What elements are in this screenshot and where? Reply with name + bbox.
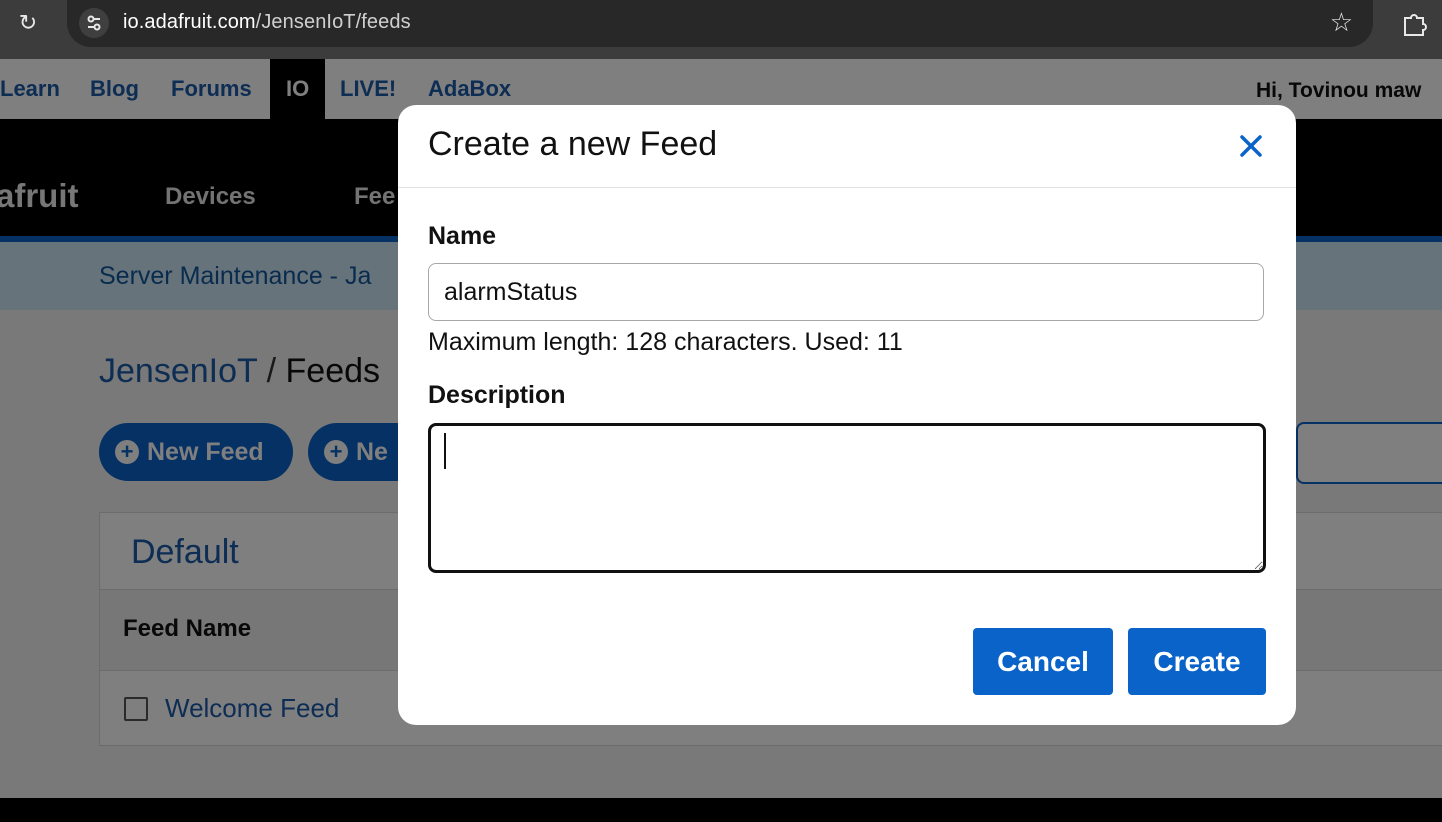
url-text[interactable]: io.adafruit.com/JensenIoT/feeds bbox=[123, 11, 411, 34]
extensions-icon[interactable] bbox=[1400, 8, 1430, 38]
feed-description-textarea[interactable] bbox=[428, 423, 1266, 573]
create-button[interactable]: Create bbox=[1128, 628, 1266, 695]
description-label: Description bbox=[428, 381, 566, 409]
create-feed-dialog: Create a new Feed Name Maximum length: 1… bbox=[398, 105, 1296, 725]
cancel-button[interactable]: Cancel bbox=[973, 628, 1113, 695]
url-host: io.adafruit.com bbox=[123, 11, 256, 33]
text-cursor bbox=[444, 433, 446, 469]
site-settings-icon[interactable] bbox=[79, 8, 109, 38]
bookmark-star-icon[interactable]: ☆ bbox=[1330, 7, 1353, 38]
close-icon[interactable] bbox=[1234, 129, 1268, 163]
reload-icon[interactable]: ↻ bbox=[14, 9, 42, 37]
address-bar[interactable]: io.adafruit.com/JensenIoT/feeds ☆ bbox=[67, 0, 1373, 47]
name-label: Name bbox=[428, 222, 497, 250]
dialog-header: Create a new Feed bbox=[398, 105, 1296, 188]
url-path: /JensenIoT/feeds bbox=[255, 11, 411, 33]
dialog-title: Create a new Feed bbox=[428, 125, 718, 163]
feed-name-input[interactable] bbox=[428, 263, 1264, 321]
browser-toolbar: ↻ io.adafruit.com/JensenIoT/feeds ☆ bbox=[0, 0, 1442, 59]
name-length-help: Maximum length: 128 characters. Used: 11 bbox=[428, 328, 903, 356]
